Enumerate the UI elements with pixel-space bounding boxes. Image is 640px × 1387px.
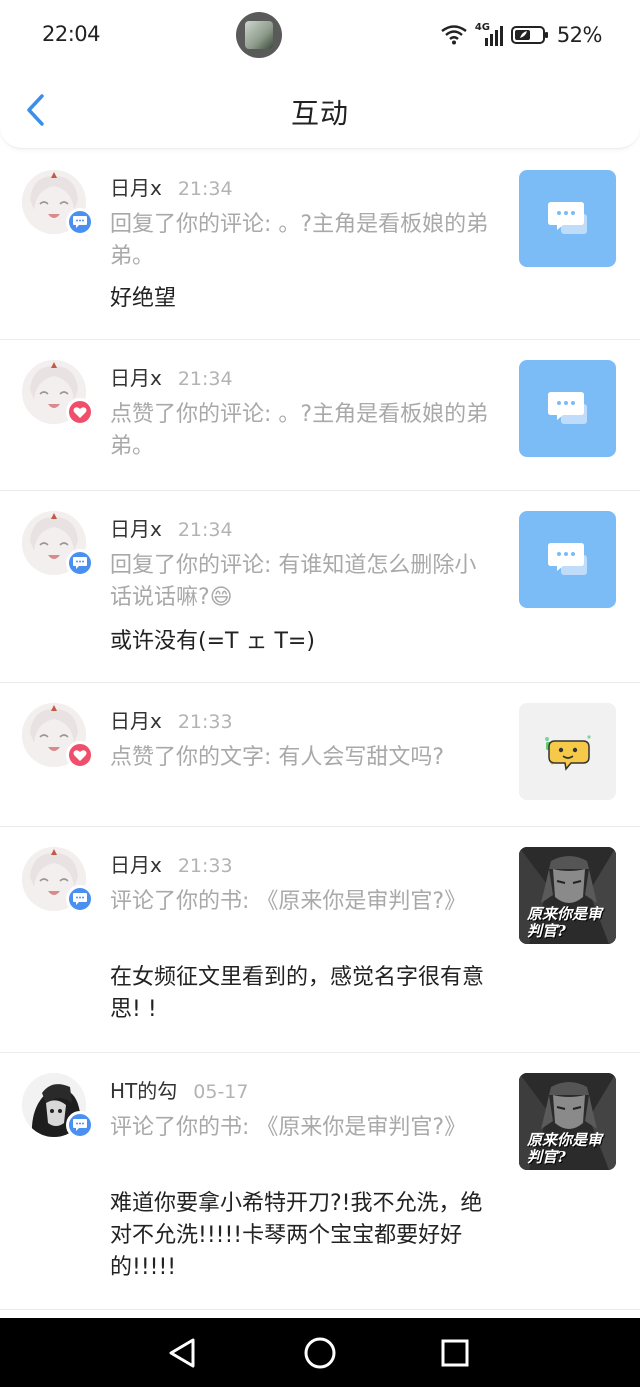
comment-icon	[73, 216, 87, 228]
page-title: 互动	[290, 97, 349, 130]
message-text: 难道你要拿小希特开刀?!我不允洗，绝对不允洗!!!!!卡琴两个宝宝都要好好的!!…	[110, 1191, 483, 1280]
chat-bubbles-icon	[548, 543, 587, 575]
action-text: 回复了你的评论: 。?主角是看板娘的弟弟。	[110, 212, 489, 269]
item-header: HT的勾 05-17	[110, 1075, 248, 1104]
speech-bubble-icon	[545, 735, 591, 771]
action-text: 评论了你的书: 《原来你是审判官?》	[110, 889, 467, 914]
message-text: 好绝望	[110, 286, 177, 311]
comment-thumbnail[interactable]	[519, 511, 616, 608]
comment-thumbnail[interactable]	[519, 360, 616, 457]
battery-percent: 52%	[556, 23, 603, 47]
timestamp: 05-17	[193, 1081, 249, 1103]
message-text: 在女频征文里看到的，感觉名字很有意思! !	[110, 965, 485, 1022]
like-badge	[66, 741, 94, 769]
action-text: 评论了你的书: 《原来你是审判官?》	[110, 1115, 467, 1140]
interactions-screen: 22:04 4G 52% 互动 日月x 21:34 回复了你的评论: 。?主角是…	[0, 0, 640, 1387]
message-text: 或许没有(=T ェ T=)	[110, 629, 315, 654]
comment-badge	[66, 1111, 94, 1139]
nav-recents-button[interactable]	[437, 1335, 473, 1371]
signal-icon: 4G	[474, 22, 503, 46]
comment-icon	[73, 557, 87, 569]
user-name[interactable]: 日月x	[110, 366, 162, 390]
network-type: 4G	[474, 22, 490, 33]
user-name[interactable]: 日月x	[110, 853, 162, 877]
timestamp: 21:34	[177, 368, 233, 390]
system-navigation-bar	[0, 1318, 640, 1387]
list-item[interactable]: 日月x 21:34 回复了你的评论: 有谁知道怎么删除小话说话嘛?😄 或许没有(=…	[0, 491, 640, 683]
user-name[interactable]: 日月x	[110, 517, 162, 541]
book-cover-thumbnail[interactable]: 原来你是审判官?	[519, 1073, 616, 1170]
recents-square-icon	[441, 1339, 469, 1367]
wifi-icon	[441, 25, 467, 45]
comment-icon	[73, 893, 87, 905]
floating-avatar-icon[interactable]	[236, 12, 282, 58]
action-text: 点赞了你的文字: 有人会写甜文吗?	[110, 745, 445, 770]
comment-badge	[66, 208, 94, 236]
timestamp: 21:34	[177, 178, 233, 200]
battery-icon	[510, 26, 548, 44]
item-header: 日月x 21:34	[110, 513, 233, 542]
top-app-bar: 互动	[0, 70, 640, 149]
like-badge	[66, 398, 94, 426]
back-triangle-icon	[169, 1338, 195, 1368]
user-name[interactable]: 日月x	[110, 176, 162, 200]
comment-thumbnail[interactable]	[519, 170, 616, 267]
list-item[interactable]: 日月x 21:34 点赞了你的评论: 。?主角是看板娘的弟弟。	[0, 340, 640, 491]
status-bar: 22:04 4G 52%	[0, 0, 640, 70]
heart-icon	[73, 406, 87, 418]
list-item[interactable]: HT的勾 05-17 评论了你的书: 《原来你是审判官?》 难道你要拿小希特开刀?…	[0, 1053, 640, 1310]
heart-icon	[73, 749, 87, 761]
timestamp: 21:33	[177, 711, 233, 733]
status-indicators: 4G 52%	[441, 20, 603, 50]
item-header: 日月x 21:33	[110, 705, 233, 734]
book-cover-thumbnail[interactable]: 原来你是审判官?	[519, 847, 616, 944]
list-item[interactable]: 日月x 21:33 点赞了你的文字: 有人会写甜文吗?	[0, 683, 640, 827]
list-item[interactable]: 日月x 21:33 评论了你的书: 《原来你是审判官?》 在女频征文里看到的，感觉…	[0, 827, 640, 1053]
action-text: 回复了你的评论: 有谁知道怎么删除小话说话嘛?😄	[110, 553, 477, 610]
item-header: 日月x 21:34	[110, 362, 233, 391]
comment-badge	[66, 549, 94, 577]
text-post-thumbnail[interactable]	[519, 703, 616, 800]
item-header: 日月x 21:33	[110, 849, 233, 878]
home-circle-icon	[304, 1337, 336, 1369]
item-header: 日月x 21:34	[110, 172, 233, 201]
nav-home-button[interactable]	[302, 1335, 338, 1371]
comment-icon	[73, 1119, 87, 1131]
user-name[interactable]: HT的勾	[110, 1079, 177, 1103]
book-cover-title: 原来你是审判官?	[527, 905, 603, 940]
timestamp: 21:34	[177, 519, 233, 541]
book-cover-title: 原来你是审判官?	[527, 1131, 603, 1166]
interaction-list: 日月x 21:34 回复了你的评论: 。?主角是看板娘的弟弟。 好绝望 日月x …	[0, 150, 640, 1310]
list-item[interactable]: 日月x 21:34 回复了你的评论: 。?主角是看板娘的弟弟。 好绝望	[0, 150, 640, 340]
comment-badge	[66, 885, 94, 913]
chat-bubbles-icon	[548, 392, 587, 424]
chat-bubbles-icon	[548, 202, 587, 234]
nav-back-button[interactable]	[165, 1335, 201, 1371]
user-name[interactable]: 日月x	[110, 709, 162, 733]
action-text: 点赞了你的评论: 。?主角是看板娘的弟弟。	[110, 402, 489, 459]
timestamp: 21:33	[177, 855, 233, 877]
status-time: 22:04	[42, 22, 101, 46]
